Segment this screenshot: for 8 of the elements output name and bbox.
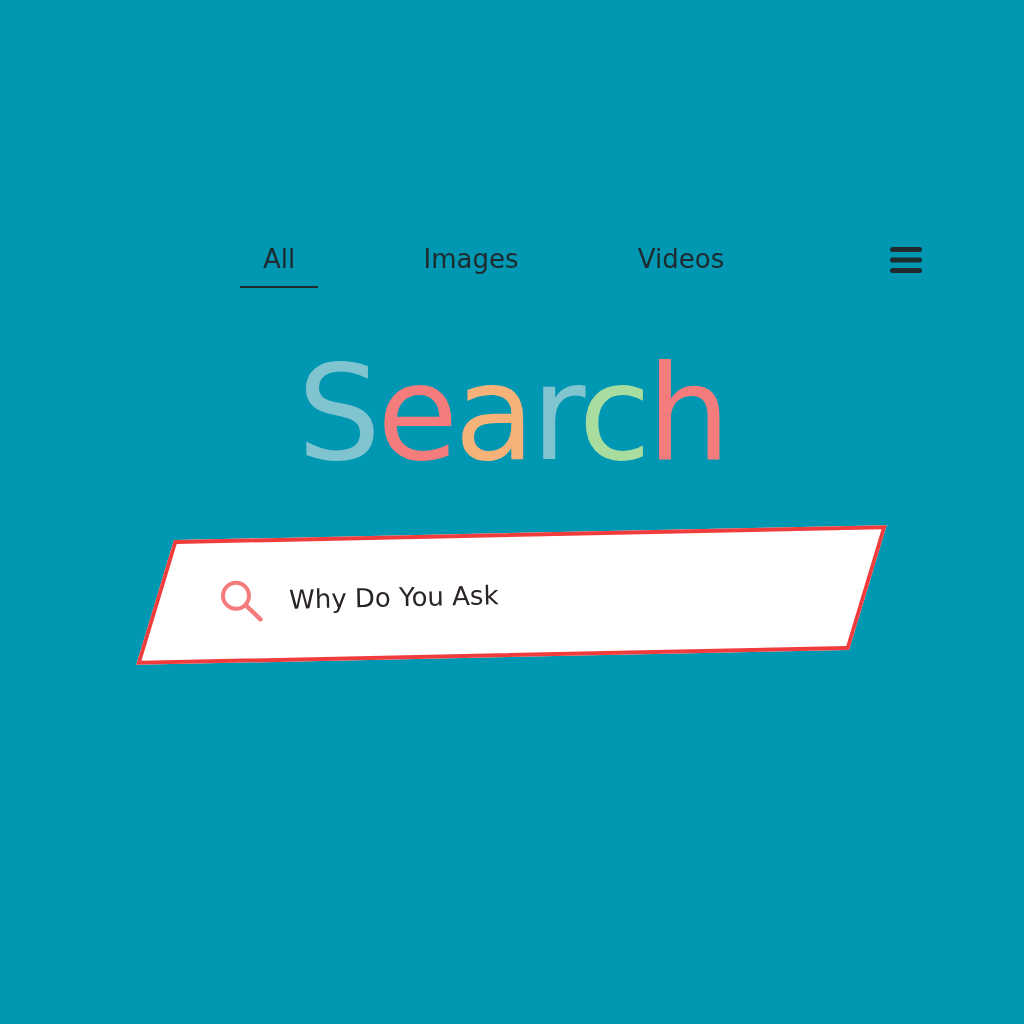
search-field[interactable]: Why Do You Ask [136,525,887,665]
tab[interactable]: All [240,232,318,288]
menu-icon[interactable] [890,247,922,273]
search-logo: Search [297,338,727,488]
tab[interactable]: Images [411,232,531,288]
search-input-text[interactable]: Why Do You Ask [288,571,710,620]
tab[interactable]: Videos [621,232,741,288]
search-icon [218,578,264,624]
